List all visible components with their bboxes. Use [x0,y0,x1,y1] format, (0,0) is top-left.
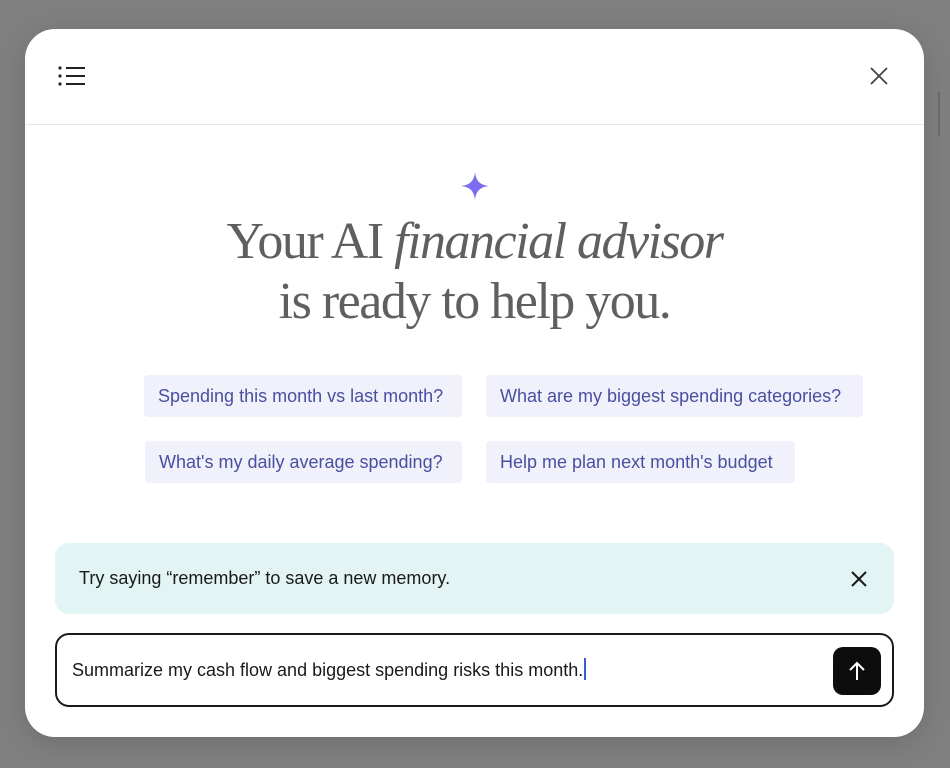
suggestion-chip[interactable]: What are my biggest spending categories? [486,375,863,417]
close-icon [851,571,867,587]
tip-text: Try saying “remember” to save a new memo… [79,568,451,588]
chat-input-text[interactable]: Summarize my cash flow and biggest spend… [72,635,587,705]
headline-line-1: Your AI financial advisor [25,212,924,272]
menu-button[interactable] [57,63,87,89]
chat-input-value: Summarize my cash flow and biggest spend… [72,660,584,680]
headline-plain: Your AI [226,213,384,270]
headline-italic: financial advisor [394,213,724,270]
sparkle-icon [461,172,489,200]
suggestion-chip[interactable]: Spending this month vs last month? [144,375,462,417]
headline-line-2: is ready to help you. [278,273,672,330]
close-modal-button[interactable] [866,63,892,89]
chat-input[interactable]: Summarize my cash flow and biggest spend… [55,633,894,707]
arrow-up-icon [849,661,865,680]
ai-advisor-modal: Your AI financial advisor is ready to he… [25,29,924,737]
list-menu-icon [58,66,85,86]
headline: Your AI financial advisor is ready to he… [25,212,924,332]
modal-header [25,29,924,125]
close-icon [870,67,888,85]
send-button[interactable] [833,647,881,695]
suggestion-chip[interactable]: Help me plan next month's budget [486,441,795,483]
text-caret [584,658,587,680]
dismiss-tip-button[interactable] [848,568,870,590]
suggestion-chip[interactable]: What's my daily average spending? [145,441,462,483]
memory-tip-banner: Try saying “remember” to save a new memo… [55,543,894,614]
